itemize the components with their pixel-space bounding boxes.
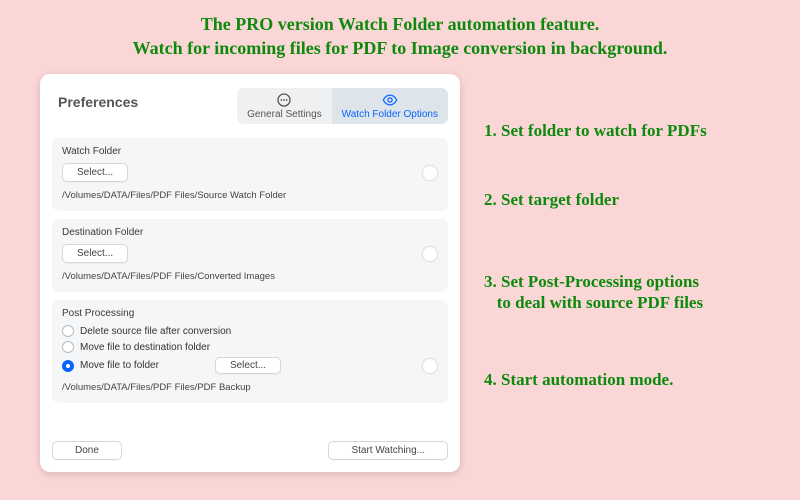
radio-move-folder-label: Move file to folder [80, 360, 159, 371]
annotation-3-line2: to deal with source PDF files [484, 292, 764, 313]
destination-folder-path: /Volumes/DATA/Files/PDF Files/Converted … [62, 271, 438, 282]
annotation-2: 2. Set target folder [484, 189, 764, 210]
eye-icon [382, 92, 398, 108]
tabbar: General Settings Watch Folder Options [237, 88, 448, 124]
radio-delete-source[interactable]: Delete source file after conversion [62, 325, 438, 337]
watch-folder-panel: Watch Folder Select... /Volumes/DATA/Fil… [52, 138, 448, 211]
refresh-icon[interactable] [422, 246, 438, 262]
start-watching-button[interactable]: Start Watching... [328, 441, 448, 460]
radio-icon [62, 325, 74, 337]
destination-folder-label: Destination Folder [62, 227, 438, 238]
window-footer: Done Start Watching... [52, 441, 448, 460]
radio-move-to-folder[interactable]: Move file to folder Select... [62, 357, 438, 374]
post-processing-label: Post Processing [62, 308, 438, 319]
window-title: Preferences [58, 94, 138, 110]
ellipsis-circle-icon [276, 92, 292, 108]
annotation-list: 1. Set folder to watch for PDFs 2. Set t… [484, 120, 764, 390]
watch-folder-select-button[interactable]: Select... [62, 163, 128, 182]
refresh-icon[interactable] [422, 358, 438, 374]
annotation-4: 4. Start automation mode. [484, 369, 764, 390]
headline-line1: The PRO version Watch Folder automation … [0, 12, 800, 36]
radio-move-dest-label: Move file to destination folder [80, 342, 210, 353]
radio-delete-label: Delete source file after conversion [80, 326, 231, 337]
marketing-headline: The PRO version Watch Folder automation … [0, 0, 800, 61]
headline-line2: Watch for incoming files for PDF to Imag… [0, 36, 800, 60]
tab-general-label: General Settings [247, 109, 322, 120]
watch-folder-label: Watch Folder [62, 146, 438, 157]
destination-folder-select-button[interactable]: Select... [62, 244, 128, 263]
post-processing-select-button[interactable]: Select... [215, 357, 281, 374]
window-header: Preferences General Settings Watch Folde… [52, 84, 448, 130]
preferences-window: Preferences General Settings Watch Folde… [40, 74, 460, 472]
annotation-3: 3. Set Post-Processing options to deal w… [484, 271, 764, 314]
radio-icon [62, 360, 74, 372]
annotation-3-line1: 3. Set Post-Processing options [484, 271, 764, 292]
radio-icon [62, 341, 74, 353]
watch-folder-path: /Volumes/DATA/Files/PDF Files/Source Wat… [62, 190, 438, 201]
tab-watchfolder-label: Watch Folder Options [342, 109, 438, 120]
post-processing-panel: Post Processing Delete source file after… [52, 300, 448, 403]
destination-folder-panel: Destination Folder Select... /Volumes/DA… [52, 219, 448, 292]
tab-watch-folder-options[interactable]: Watch Folder Options [332, 88, 448, 124]
refresh-icon[interactable] [422, 165, 438, 181]
done-button[interactable]: Done [52, 441, 122, 460]
radio-move-to-destination[interactable]: Move file to destination folder [62, 341, 438, 353]
tab-general-settings[interactable]: General Settings [237, 88, 332, 124]
annotation-1: 1. Set folder to watch for PDFs [484, 120, 764, 141]
post-processing-path: /Volumes/DATA/Files/PDF Files/PDF Backup [62, 382, 438, 393]
